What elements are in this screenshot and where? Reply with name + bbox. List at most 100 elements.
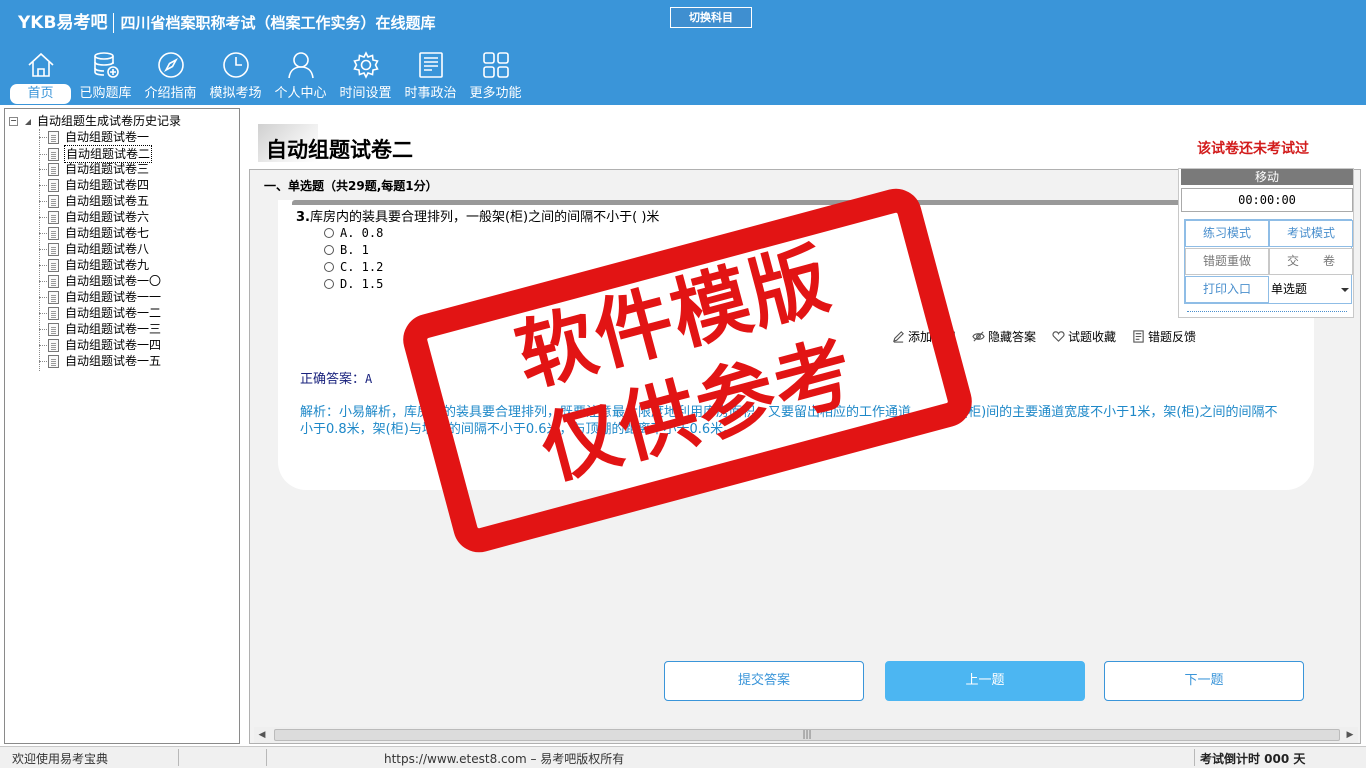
tree-item[interactable]: 自动组题试卷三 xyxy=(39,161,150,177)
document-icon xyxy=(48,323,59,336)
hide-answer-button[interactable]: 隐藏答案 xyxy=(972,328,1036,345)
gear-icon xyxy=(352,51,379,79)
tree-item[interactable]: 自动组题试卷八 xyxy=(39,241,150,257)
tree-connector xyxy=(39,265,47,266)
option-label: B. 1 xyxy=(340,243,369,257)
nav-item-profile[interactable]: 个人中心 xyxy=(268,48,333,104)
document-icon xyxy=(48,179,59,192)
paper-title: 自动组题试卷二 xyxy=(266,138,413,162)
status-bar: 欢迎使用易考宝典 https://www.etest8.com – 易考吧版权所… xyxy=(0,746,1366,768)
print-entry-button[interactable]: 打印入口 xyxy=(1185,276,1269,303)
tree-item[interactable]: 自动组题试卷一 xyxy=(39,129,150,145)
hand-in-button[interactable]: 交 卷 xyxy=(1269,248,1353,275)
exam-timer: 00:00:00 xyxy=(1181,188,1353,212)
nav-item-time-settings[interactable]: 时间设置 xyxy=(333,48,398,104)
document-icon xyxy=(48,163,59,176)
document-icon xyxy=(48,227,59,240)
scroll-thumb[interactable]: ||| xyxy=(274,729,1340,741)
tree-item[interactable]: 自动组题试卷一五 xyxy=(39,353,162,369)
panel-divider xyxy=(1187,311,1347,312)
nav-item-home[interactable]: 首页 xyxy=(8,48,73,104)
tree-connector xyxy=(39,361,47,362)
tree-connector xyxy=(39,233,47,234)
collapse-icon[interactable]: − xyxy=(9,117,18,126)
tree-connector xyxy=(39,249,47,250)
tree-connector xyxy=(39,313,47,314)
tree-item[interactable]: 自动组题试卷四 xyxy=(39,177,150,193)
tree-item-label: 自动组题试卷九 xyxy=(65,258,150,272)
tree-item-label: 自动组题试卷一 xyxy=(65,130,150,144)
nav-item-mock-exam[interactable]: 模拟考场 xyxy=(203,48,268,104)
tree-connector xyxy=(39,297,47,298)
nav-item-guide[interactable]: 介绍指南 xyxy=(138,48,203,104)
grid-icon xyxy=(482,52,509,78)
main-nav: 首页 已购题库 介绍指南 模拟考场 个人中心 时间设置 时事政治 更多功能 xyxy=(8,48,528,104)
error-feedback-button[interactable]: 错题反馈 xyxy=(1132,328,1196,345)
tree-item-label: 自动组题试卷一五 xyxy=(65,354,162,368)
nav-item-more[interactable]: 更多功能 xyxy=(463,48,528,104)
radio-icon[interactable] xyxy=(324,245,334,255)
panel-drag-handle[interactable]: 移动 xyxy=(1181,169,1353,185)
next-question-button[interactable]: 下一题 xyxy=(1104,661,1304,701)
redo-wrong-button[interactable]: 错题重做 xyxy=(1185,248,1269,275)
tree-item[interactable]: 自动组题试卷七 xyxy=(39,225,150,241)
option-c[interactable]: C. 1.2 xyxy=(324,260,383,274)
chevron-down-icon[interactable] xyxy=(1341,288,1349,292)
nav-item-current-affairs[interactable]: 时事政治 xyxy=(398,48,463,104)
tree-item[interactable]: 自动组题试卷一〇 xyxy=(39,273,162,289)
tree-item[interactable]: 自动组题试卷五 xyxy=(39,193,150,209)
folder-triangle-icon xyxy=(25,118,31,125)
scroll-left-icon[interactable]: ◀ xyxy=(254,727,270,743)
nav-label: 时事政治 xyxy=(404,86,457,101)
question-type-select[interactable]: 单选题 xyxy=(1269,276,1353,303)
tree-item-label: 自动组题试卷四 xyxy=(65,178,150,192)
radio-icon[interactable] xyxy=(324,262,334,272)
database-icon xyxy=(93,52,119,78)
radio-icon[interactable] xyxy=(324,279,334,289)
option-a[interactable]: A. 0.8 xyxy=(324,226,383,240)
tree-item-label: 自动组题试卷一〇 xyxy=(65,274,162,288)
tree-item-label: 自动组题试卷八 xyxy=(65,242,150,256)
radio-icon[interactable] xyxy=(324,228,334,238)
exam-mode-button[interactable]: 考试模式 xyxy=(1269,220,1353,247)
tree-item[interactable]: 自动组题试卷一一 xyxy=(39,289,162,305)
tree-item[interactable]: 自动组题试卷一三 xyxy=(39,321,162,337)
horizontal-scrollbar[interactable]: ◀ ||| ▶ xyxy=(254,727,1358,743)
document-icon xyxy=(48,259,59,272)
tree-root[interactable]: − 自动组题生成试卷历史记录 xyxy=(9,113,181,129)
switch-subject-button[interactable]: 切换科目 xyxy=(670,7,752,28)
tool-label: 错题反馈 xyxy=(1148,330,1197,344)
nav-label: 模拟考场 xyxy=(209,86,262,101)
tree-root-label: 自动组题生成试卷历史记录 xyxy=(37,114,182,128)
compass-icon xyxy=(157,52,184,78)
nav-item-purchased-banks[interactable]: 已购题库 xyxy=(73,48,138,104)
paper-status: 该试卷还未考试过 xyxy=(1197,141,1309,157)
exam-countdown: 考试倒计时 000 天 xyxy=(1200,752,1306,766)
app-title: YKB易考吧 四川省档案职称考试（档案工作实务）在线题库 xyxy=(18,8,435,33)
option-label: D. 1.5 xyxy=(340,277,384,291)
tree-item[interactable]: 自动组题试卷二 xyxy=(39,145,153,163)
favorite-question-button[interactable]: 试题收藏 xyxy=(1052,328,1116,345)
option-label: C. 1.2 xyxy=(340,260,384,274)
tree-item[interactable]: 自动组题试卷一四 xyxy=(39,337,162,353)
scroll-right-icon[interactable]: ▶ xyxy=(1342,727,1358,743)
tree-item[interactable]: 自动组题试卷六 xyxy=(39,209,150,225)
option-d[interactable]: D. 1.5 xyxy=(324,277,383,291)
panel-button-grid: 练习模式 考试模式 错题重做 交 卷 打印入口 单选题 xyxy=(1184,219,1353,304)
question-card: 3.库房内的装具要合理排列，一般架(柜)之间的间隔不小于( )米 A. 0.8 … xyxy=(278,200,1314,490)
option-b[interactable]: B. 1 xyxy=(324,243,369,257)
previous-question-button[interactable]: 上一题 xyxy=(885,661,1085,701)
practice-mode-button[interactable]: 练习模式 xyxy=(1185,220,1269,247)
nav-label: 首页 xyxy=(10,84,71,104)
question-stem: 库房内的装具要合理排列，一般架(柜)之间的间隔不小于( )米 xyxy=(309,210,660,225)
paper-history-tree: − 自动组题生成试卷历史记录 自动组题试卷一 自动组题试卷二 自动组题试卷三 自动组题试… xyxy=(4,108,240,744)
option-label: A. 0.8 xyxy=(340,226,384,240)
tree-item[interactable]: 自动组题试卷九 xyxy=(39,257,150,273)
add-note-button[interactable]: 添加笔记 xyxy=(892,328,956,345)
tree-connector xyxy=(39,185,47,186)
document-icon xyxy=(48,131,59,144)
clock-icon xyxy=(222,52,249,78)
submit-answer-button[interactable]: 提交答案 xyxy=(664,661,864,701)
feedback-icon xyxy=(1133,330,1144,343)
tree-item[interactable]: 自动组题试卷一二 xyxy=(39,305,162,321)
